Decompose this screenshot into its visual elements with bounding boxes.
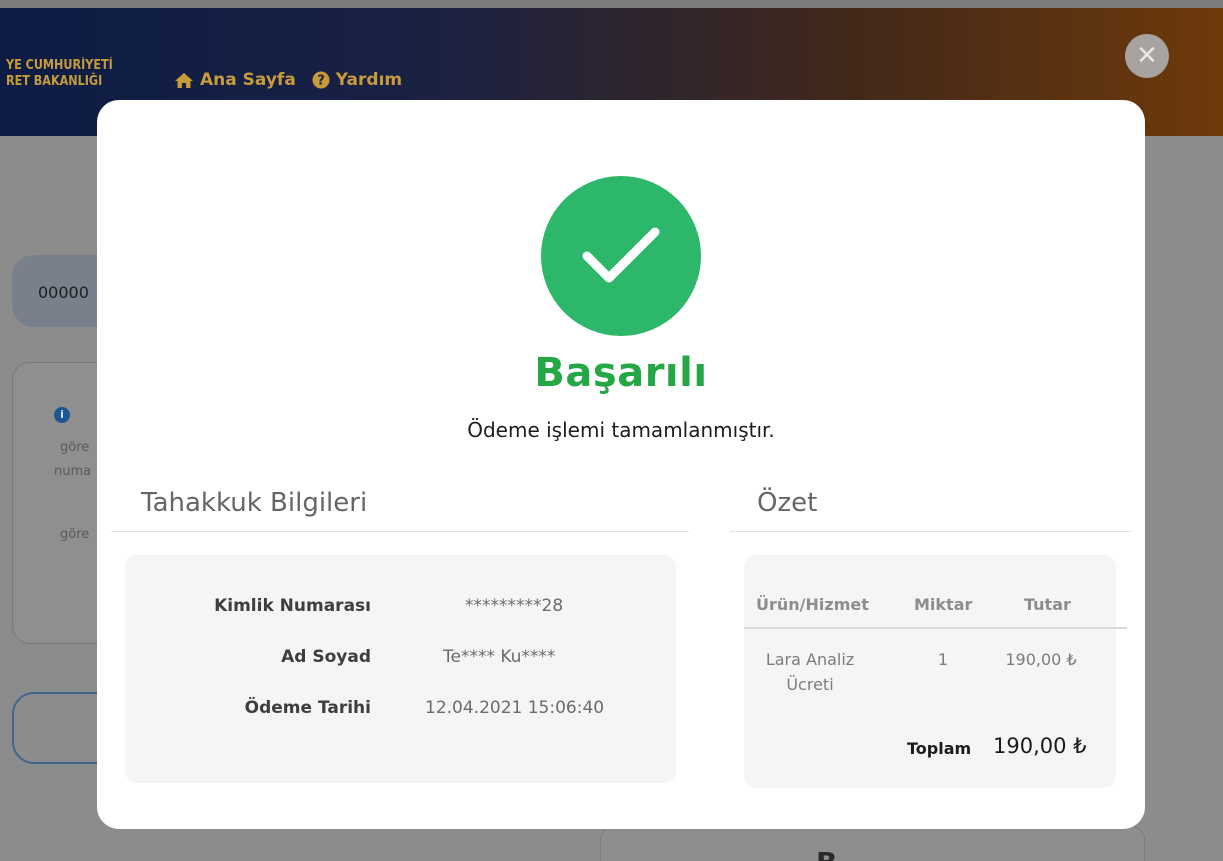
info-row-name: Ad Soyad Te**** Ku**** [125,647,676,677]
info-value: *********28 [465,596,564,616]
total-label: Toplam [907,739,972,758]
ministry-logo-text: YE CUMHURİYETİ RET BAKANLIĞI [6,58,113,89]
item-product: Lara Analiz Ücreti [765,650,855,694]
info-label: Ödeme Tarihi [244,698,371,718]
column-header-product: Ürün/Hizmet [756,595,869,614]
summary-box: Ürün/Hizmet Miktar Tutar Lara Analiz Ücr… [744,555,1127,788]
nav-help[interactable]: ? Yardım [312,70,402,90]
accrual-divider [111,531,689,532]
summary-title-divider [730,531,1132,532]
accrual-info-box: Kimlik Numarası *********28 Ad Soyad Te*… [125,555,676,783]
home-icon [175,72,193,88]
info-row-date: Ödeme Tarihi 12.04.2021 15:06:40 [125,698,676,728]
svg-text:?: ? [317,74,325,89]
accrual-section-title: Tahakkuk Bilgileri [141,488,368,518]
close-modal-button[interactable]: ✕ [1125,34,1169,78]
info-row-id: Kimlik Numarası *********28 [125,596,676,626]
close-icon: ✕ [1136,41,1158,71]
column-header-quantity: Miktar [914,595,973,614]
total-value: 190,00 ₺ [993,734,1087,758]
item-quantity: 1 [937,650,949,669]
background-bottom-card [600,826,1145,861]
top-strip [0,0,1223,8]
info-label: Ad Soyad [281,647,371,667]
header-nav: Ana Sayfa ? Yardım [174,70,402,90]
summary-header-divider [744,627,1127,629]
nav-home[interactable]: Ana Sayfa [174,70,296,90]
background-bottom-text: B [816,846,837,861]
column-header-amount: Tutar [1024,595,1071,614]
payment-success-modal: Başarılı Ödeme işlemi tamamlanmıştır. Ta… [97,100,1145,829]
info-value: 12.04.2021 15:06:40 [425,698,605,718]
info-icon: i [54,407,70,423]
info-label: Kimlik Numarası [214,596,371,616]
background-text: numa [54,464,92,479]
summary-section-title: Özet [757,488,818,518]
background-text: göre [60,440,90,455]
status-message: Ödeme işlemi tamamlanmıştır. [467,418,775,442]
info-value: Te**** Ku**** [443,647,556,667]
success-badge [541,176,701,336]
background-text: göre [60,527,90,542]
question-circle-icon: ? [312,71,330,89]
status-title: Başarılı [534,350,708,396]
checkmark-icon [582,227,660,283]
item-amount: 190,00 ₺ [1005,650,1077,669]
